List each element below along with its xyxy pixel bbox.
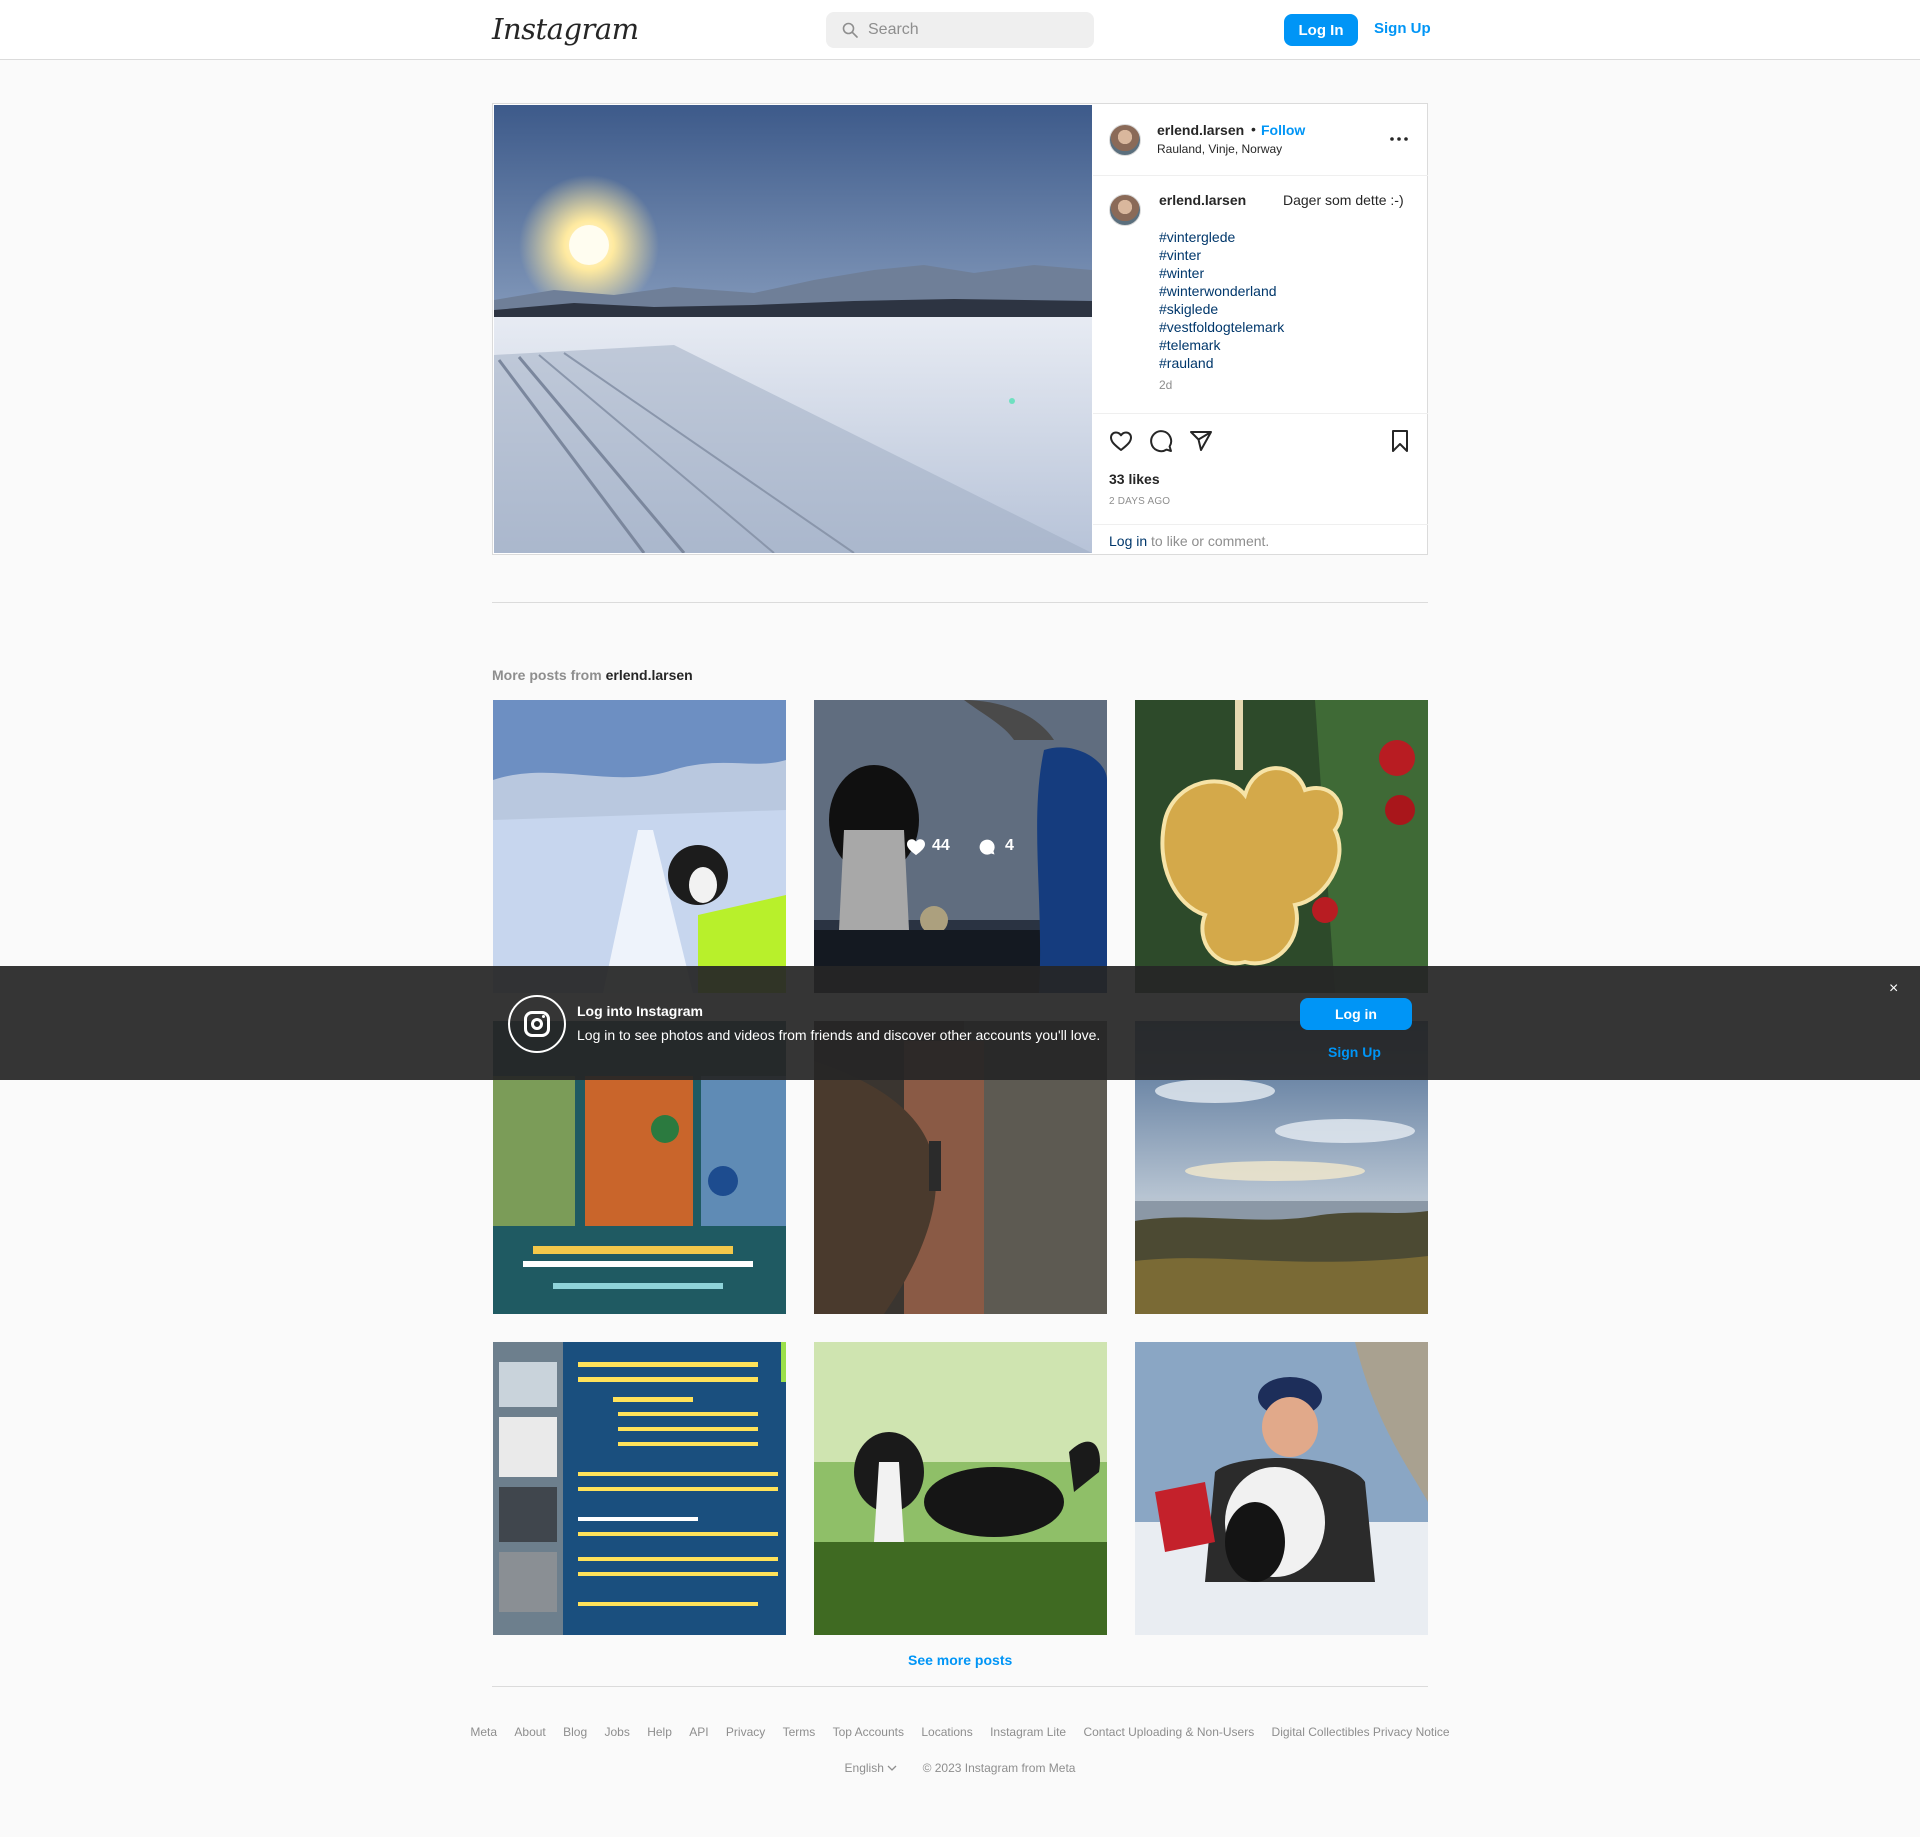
post-header: erlend.larsen • Follow Rauland, Vinje, N… [1093,104,1428,176]
footer-divider [492,1686,1428,1687]
hashtag-link[interactable]: #vinter [1159,246,1284,264]
login-banner: Log into Instagram Log in to see photos … [0,966,1920,1080]
footer-link-privacy[interactable]: Privacy [726,1725,765,1739]
heart-icon[interactable] [1109,429,1133,453]
hashtag-link[interactable]: #vinterglede [1159,228,1284,246]
post-username[interactable]: erlend.larsen [1157,122,1244,138]
banner-text: Log in to see photos and videos from fri… [577,1027,1101,1043]
post-location[interactable]: Rauland, Vinje, Norway [1157,142,1282,156]
top-navigation-bar: Instagram Log In Sign Up [0,0,1920,60]
follow-button[interactable]: Follow [1261,122,1305,138]
hover-comments-count: 4 [1005,837,1014,854]
hashtag-link[interactable]: #winterwonderland [1159,282,1284,300]
see-more-posts-link[interactable]: See more posts [908,1652,1012,1668]
hashtag-list: #vinterglede #vinter #winter #winterwond… [1159,228,1284,372]
share-icon[interactable] [1189,429,1213,453]
instagram-glyph-icon [508,995,566,1053]
more-posts-heading: More posts from erlend.larsen [492,667,693,683]
footer-link-about[interactable]: About [514,1725,545,1739]
post-photo-winter-ski-track[interactable] [494,105,1092,553]
grid-post-cold-war-tour[interactable] [493,1342,786,1635]
grid-post-lion-ornament[interactable] [1135,700,1428,993]
grid-post-man-with-dog-boat[interactable] [1135,1342,1428,1635]
login-prompt-text: to like or comment. [1147,533,1270,549]
footer-links: Meta About Blog Jobs Help API Privacy Te… [0,1725,1920,1739]
copyright-text: © 2023 Instagram from Meta [922,1761,1076,1775]
banner-signup-link[interactable]: Sign Up [1328,1044,1381,1060]
footer-link-instagram-lite[interactable]: Instagram Lite [990,1725,1066,1739]
caption-username[interactable]: erlend.larsen [1159,192,1246,208]
search-icon [842,22,858,38]
footer-link-terms[interactable]: Terms [783,1725,816,1739]
footer-link-help[interactable]: Help [647,1725,672,1739]
banner-title: Log into Instagram [577,1003,703,1019]
close-icon[interactable]: × [1889,980,1898,998]
search-input[interactable] [868,12,1078,48]
footer-link-locations[interactable]: Locations [921,1725,972,1739]
grid-post-border-collie-meadow[interactable] [814,1342,1107,1635]
section-divider [492,602,1428,603]
avatar[interactable] [1109,194,1141,226]
more-posts-username[interactable]: erlend.larsen [606,667,693,683]
login-button[interactable]: Log In [1284,14,1358,46]
chevron-down-icon [887,1765,897,1772]
separator-dot: • [1251,121,1256,137]
hashtag-link[interactable]: #telemark [1159,336,1284,354]
footer-link-api[interactable]: API [689,1725,708,1739]
hashtag-link[interactable]: #skiglede [1159,300,1284,318]
login-link[interactable]: Log in [1109,533,1147,549]
footer-link-contact-uploading[interactable]: Contact Uploading & Non-Users [1083,1725,1254,1739]
comment-icon [979,839,995,855]
search-box[interactable] [826,12,1094,48]
hashtag-link[interactable]: #winter [1159,264,1284,282]
grid-post-dog-sunset[interactable]: 44 4 [814,700,1107,993]
bookmark-icon[interactable] [1388,429,1412,453]
more-posts-prefix: More posts from [492,667,606,683]
banner-login-button[interactable]: Log in [1300,998,1412,1030]
caption-text: Dager som dette :-) [1283,192,1404,208]
footer-link-jobs[interactable]: Jobs [604,1725,629,1739]
heart-icon [907,839,925,856]
more-options-icon[interactable] [1389,136,1409,142]
caption-timestamp: 2d [1159,378,1173,392]
post-date: 2 DAYS AGO [1109,496,1171,507]
instagram-logo[interactable]: Instagram [492,12,639,46]
avatar[interactable] [1109,124,1141,156]
footer-bottom: English © 2023 Instagram from Meta [0,1761,1920,1775]
footer-link-top-accounts[interactable]: Top Accounts [833,1725,904,1739]
grid-post-dog-ski-trail[interactable] [493,700,786,993]
post-actions: 33 likes 2 DAYS AGO [1093,413,1428,525]
comment-icon[interactable] [1149,429,1173,453]
hover-overlay [814,700,1107,993]
language-label: English [844,1761,884,1775]
signup-link[interactable]: Sign Up [1374,20,1431,37]
hover-likes-count: 44 [932,837,950,854]
footer-link-meta[interactable]: Meta [470,1725,497,1739]
post-details-panel: erlend.larsen • Follow Rauland, Vinje, N… [1093,104,1428,554]
hashtag-link[interactable]: #rauland [1159,354,1284,372]
post-card: erlend.larsen • Follow Rauland, Vinje, N… [492,103,1428,555]
likes-count[interactable]: 33 likes [1109,471,1160,487]
hashtag-link[interactable]: #vestfoldogtelemark [1159,318,1284,336]
footer-link-digital-collectibles[interactable]: Digital Collectibles Privacy Notice [1272,1725,1450,1739]
language-select[interactable]: English [845,1761,898,1775]
footer-link-blog[interactable]: Blog [563,1725,587,1739]
login-prompt: Log in to like or comment. [1093,524,1428,554]
